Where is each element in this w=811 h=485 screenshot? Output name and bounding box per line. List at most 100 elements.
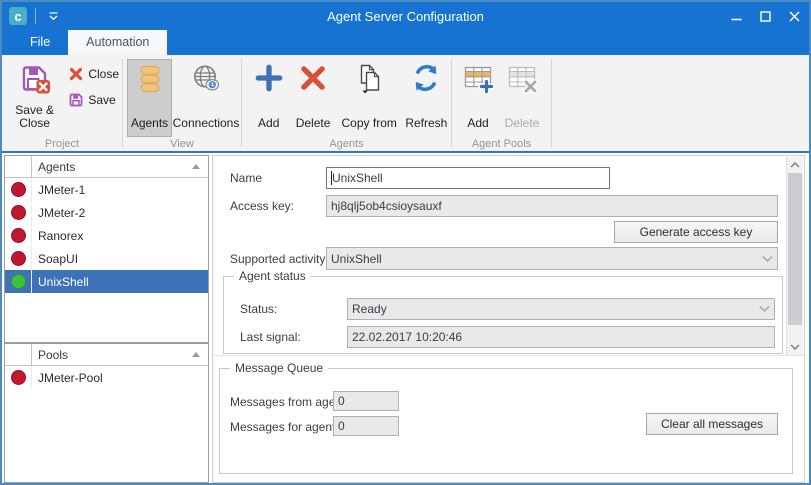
list-item[interactable]: JMeter-Pool	[5, 366, 208, 389]
status-red-icon	[11, 251, 26, 266]
pool-delete-button: Delete	[499, 59, 545, 137]
agent-add-button[interactable]: Add	[248, 59, 289, 137]
agent-copy-from-button[interactable]: Copy from	[337, 59, 402, 137]
pools-column-header: Pools	[32, 348, 192, 362]
copy-pages-icon	[353, 63, 385, 98]
agent-detail-panel: Name UnixShell Access key: hj8qlj5ob4csi…	[212, 155, 805, 483]
view-connections-button[interactable]: Connections	[172, 59, 240, 137]
supported-activity-label: Supported activity:	[230, 252, 329, 266]
pool-add-button[interactable]: Add	[457, 59, 499, 137]
pools-list: Pools JMeter-Pool	[4, 343, 209, 483]
window-controls	[722, 2, 809, 30]
status-dot-cell	[5, 201, 32, 224]
group-label-project: Project	[2, 138, 122, 150]
messages-from-agent-input[interactable]: 0	[333, 391, 399, 411]
status-red-icon	[11, 370, 26, 385]
view-connections-label: Connections	[173, 117, 240, 130]
status-dot-cell	[5, 270, 32, 293]
group-label-agent-pools: Agent Pools	[452, 138, 551, 150]
agent-add-label: Add	[258, 117, 279, 130]
scroll-up-icon[interactable]	[787, 157, 803, 173]
status-value: Ready	[352, 302, 387, 316]
save-and-close-button[interactable]: Save & Close	[8, 59, 61, 137]
agent-detail-scroll-area: Name UnixShell Access key: hj8qlj5ob4csi…	[213, 156, 804, 356]
table-delete-icon	[506, 63, 538, 98]
list-item[interactable]: Ranorex	[5, 224, 208, 247]
agent-delete-label: Delete	[296, 117, 331, 130]
view-agents-button[interactable]: Agents	[127, 59, 172, 137]
status-dot-cell	[5, 366, 32, 389]
last-signal-label: Last signal:	[240, 330, 301, 344]
list-item-label: JMeter-2	[32, 206, 85, 220]
status-green-icon	[11, 274, 26, 289]
close-red-icon	[68, 66, 84, 82]
titlebar: c Agent Server Configuration	[2, 2, 809, 30]
list-item[interactable]: JMeter-2	[5, 201, 208, 224]
last-signal-input[interactable]: 22.02.2017 10:20:46	[347, 326, 775, 348]
agent-refresh-label: Refresh	[405, 117, 447, 130]
messages-for-agent-label: Messages for agent:	[230, 420, 339, 434]
save-purple-icon	[68, 92, 84, 108]
message-queue-groupbox: Message Queue Messages from agent: 0 Mes…	[219, 368, 793, 474]
pools-list-header[interactable]: Pools	[5, 344, 208, 366]
vertical-scrollbar[interactable]	[786, 157, 803, 355]
agent-refresh-button[interactable]: Refresh	[402, 59, 451, 137]
name-label: Name	[230, 171, 262, 185]
messages-from-agent-value: 0	[338, 394, 345, 408]
generate-access-key-button[interactable]: Generate access key	[614, 221, 778, 243]
status-dot-cell	[5, 224, 32, 247]
name-value: UnixShell	[332, 171, 383, 185]
status-dropdown[interactable]: Ready	[347, 298, 775, 320]
supported-activity-value: UnixShell	[331, 252, 382, 266]
save-label: Save	[88, 93, 115, 107]
status-red-icon	[11, 228, 26, 243]
window-title: Agent Server Configuration	[2, 9, 809, 24]
access-key-input[interactable]: hj8qlj5ob4csioysauxf	[326, 195, 778, 217]
scroll-down-icon[interactable]	[787, 339, 803, 355]
agents-list: Agents JMeter-1 JMeter-2 Ranorex SoapUI Unix…	[4, 155, 209, 343]
close-button[interactable]	[780, 2, 809, 30]
pools-rows: JMeter-Pool	[5, 366, 208, 389]
agent-delete-button[interactable]: Delete	[289, 59, 336, 137]
clear-all-messages-button[interactable]: Clear all messages	[646, 413, 778, 435]
quick-access-dropdown-icon[interactable]	[48, 12, 59, 21]
app-icon[interactable]: c	[9, 7, 27, 25]
list-item[interactable]: SoapUI	[5, 247, 208, 270]
name-input[interactable]: UnixShell	[326, 167, 610, 189]
list-item-label: UnixShell	[32, 275, 89, 289]
list-item[interactable]: UnixShell	[5, 270, 208, 293]
last-signal-value: 22.02.2017 10:20:46	[352, 330, 462, 344]
close-project-button[interactable]: Close	[65, 63, 122, 85]
left-panel: Agents JMeter-1 JMeter-2 Ranorex SoapUI Unix…	[4, 155, 209, 483]
list-item-label: Ranorex	[32, 229, 83, 243]
messages-from-agent-label: Messages from agent:	[230, 395, 349, 409]
pool-add-label: Add	[467, 117, 488, 130]
chevron-down-icon	[762, 255, 773, 262]
chevron-down-icon	[759, 306, 770, 313]
save-button[interactable]: Save	[65, 89, 122, 111]
maximize-button[interactable]	[751, 2, 780, 30]
view-agents-label: Agents	[131, 117, 168, 130]
agent-server-configuration-window: c Agent Server Configuration File Automa…	[0, 0, 811, 485]
table-add-icon	[462, 63, 494, 98]
minimize-button[interactable]	[722, 2, 751, 30]
tab-file[interactable]: File	[12, 30, 68, 55]
agents-list-header[interactable]: Agents	[5, 156, 208, 178]
agents-rows: JMeter-1 JMeter-2 Ranorex SoapUI UnixShell	[5, 178, 208, 293]
message-queue-title: Message Queue	[230, 361, 328, 375]
tab-automation[interactable]: Automation	[68, 30, 167, 55]
ribbon-group-agents: Add Delete	[242, 55, 451, 151]
messages-for-agent-input[interactable]: 0	[333, 416, 399, 436]
ribbon: Save & Close Close	[2, 55, 809, 153]
supported-activity-dropdown[interactable]: UnixShell	[326, 247, 778, 270]
list-item-label: SoapUI	[32, 252, 78, 266]
list-item-label: JMeter-Pool	[32, 371, 103, 385]
group-label-view: View	[123, 138, 241, 150]
group-separator	[551, 59, 552, 147]
list-item[interactable]: JMeter-1	[5, 178, 208, 201]
globe-clock-icon	[190, 63, 222, 98]
scrollbar-thumb[interactable]	[788, 173, 802, 325]
plus-icon	[254, 63, 284, 96]
save-close-icon	[19, 63, 51, 98]
list-item-label: JMeter-1	[32, 183, 85, 197]
